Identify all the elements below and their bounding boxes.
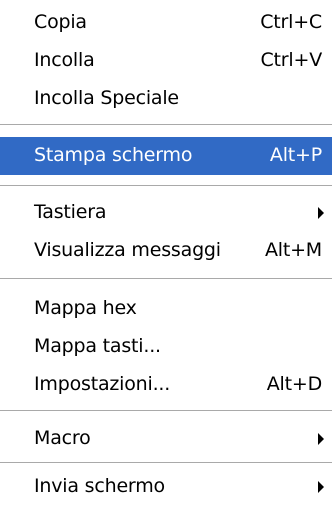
menu-item-shortcut: Ctrl+C — [260, 11, 322, 33]
menu-item-stampa-schermo[interactable]: Stampa schermo Alt+P — [0, 137, 332, 175]
menu-separator — [0, 410, 332, 413]
chevron-right-icon — [318, 481, 324, 493]
menu-item-visualizza-messaggi[interactable]: Visualizza messaggi Alt+M — [0, 232, 332, 270]
menu-item-impostazioni[interactable]: Impostazioni... Alt+D — [0, 366, 332, 404]
menu-item-shortcut: Alt+M — [264, 239, 322, 261]
menu-item-shortcut: Alt+P — [269, 144, 322, 166]
menu-item-label: Mappa tasti... — [34, 335, 161, 357]
menu-item-incolla-speciale[interactable]: Incolla Speciale — [0, 80, 332, 118]
menu-item-label: Incolla Speciale — [34, 87, 179, 109]
menu-item-label: Impostazioni... — [34, 373, 171, 395]
menu-item-label: Visualizza messaggi — [34, 239, 221, 261]
menu-item-label: Mappa hex — [34, 297, 137, 319]
menu-item-copia[interactable]: Copia Ctrl+C — [0, 4, 332, 42]
menu-item-shortcut: Ctrl+V — [260, 49, 322, 71]
menu-separator — [0, 462, 332, 465]
menu-item-tastiera[interactable]: Tastiera — [0, 194, 332, 232]
context-menu: Copia Ctrl+C Incolla Ctrl+V Incolla Spec… — [0, 0, 332, 509]
chevron-right-icon — [318, 207, 324, 219]
menu-item-shortcut: Alt+D — [266, 373, 322, 395]
menu-item-mappa-tasti[interactable]: Mappa tasti... — [0, 328, 332, 366]
menu-item-macro[interactable]: Macro — [0, 420, 332, 458]
menu-item-label: Invia schermo — [34, 475, 165, 497]
menu-item-label: Incolla — [34, 49, 95, 71]
chevron-right-icon — [318, 433, 324, 445]
menu-item-label: Tastiera — [34, 201, 107, 223]
menu-item-invia-schermo[interactable]: Invia schermo — [0, 468, 332, 506]
menu-item-mappa-hex[interactable]: Mappa hex — [0, 290, 332, 328]
menu-separator — [0, 124, 332, 127]
menu-item-label: Copia — [34, 11, 87, 33]
menu-item-incolla[interactable]: Incolla Ctrl+V — [0, 42, 332, 80]
menu-separator — [0, 278, 332, 281]
menu-item-label: Stampa schermo — [34, 144, 193, 166]
menu-separator — [0, 185, 332, 188]
menu-item-label: Macro — [34, 427, 91, 449]
